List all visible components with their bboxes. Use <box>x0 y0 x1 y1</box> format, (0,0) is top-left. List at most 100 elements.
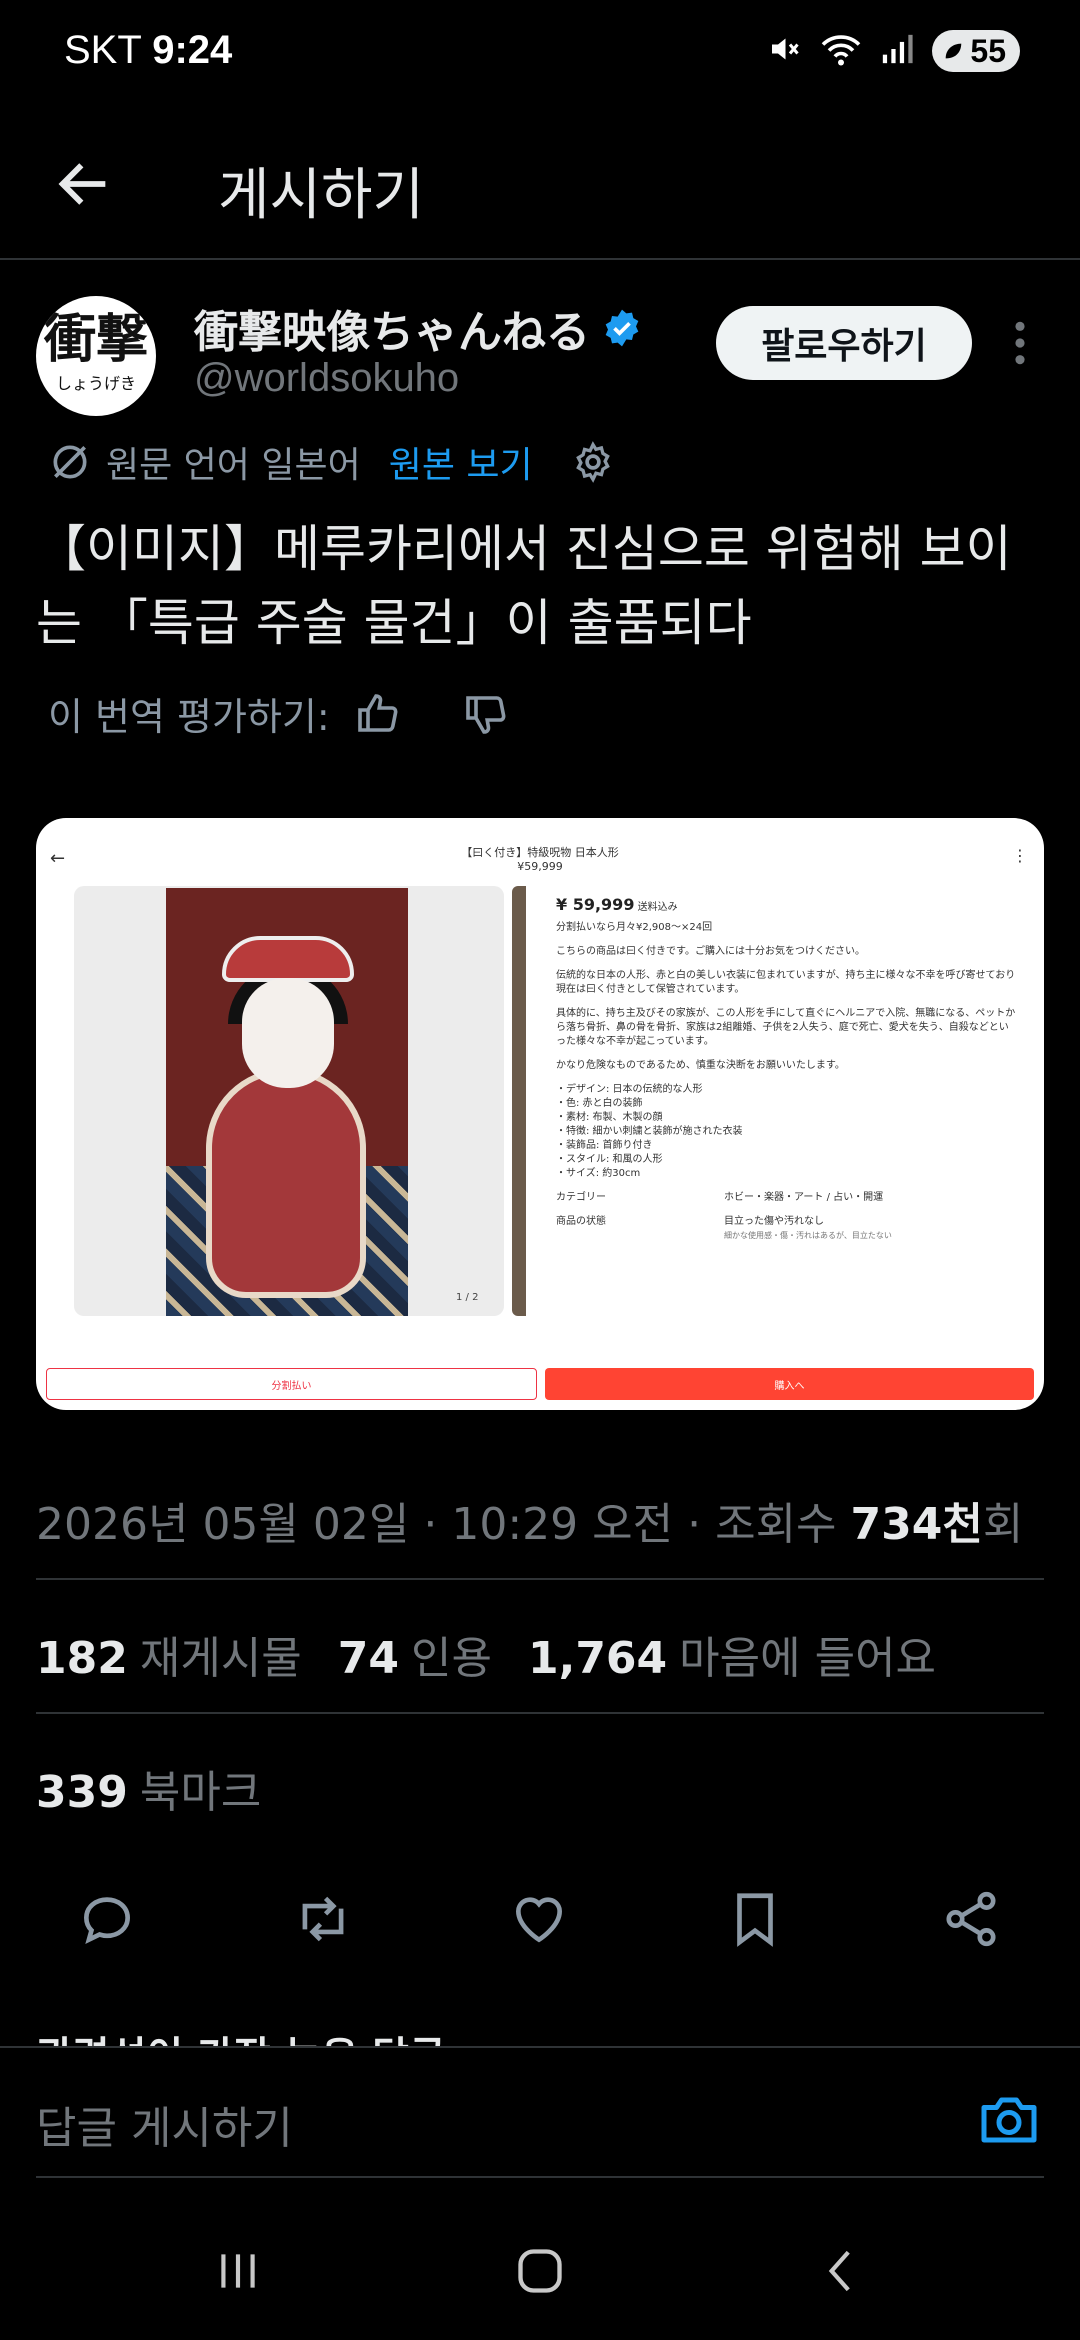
post-date: 2026년 05월 02일 <box>36 1499 410 1550</box>
quotes-stat[interactable]: 74 인용 <box>338 1622 492 1686</box>
page-title: 게시하기 <box>218 163 425 228</box>
thumbs-up-icon[interactable] <box>354 690 402 738</box>
home-button[interactable] <box>500 2236 580 2306</box>
carrier: SKT <box>64 28 142 72</box>
media-paragraph: こちらの商品は曰く付きです。ご購入には十分お気をつけください。 <box>556 946 865 957</box>
media-paragraph: かなり危険なものであるため、慎重な決断をお願いいたします。 <box>556 1060 845 1071</box>
media-price: ¥ 59,999 <box>556 895 635 914</box>
reposts-count: 182 <box>36 1633 128 1684</box>
rate-translation-label: 이 번역 평가하기: <box>48 695 330 739</box>
bookmarks-count: 339 <box>36 1767 128 1818</box>
media-condition-note: 細かな使用感・傷・汚れはあるが、目立たない <box>724 1231 892 1240</box>
doll-face <box>242 978 334 1088</box>
gear-icon[interactable] <box>571 440 615 484</box>
media-more-icon: ⋮ <box>1012 846 1028 865</box>
author-name[interactable]: 衝撃映像ちゃんねる <box>194 296 642 360</box>
media-paragraph: 具体的に、持ち主及びその家族が、この人形を手にして直ぐにヘルニアで入院、無職にな… <box>556 1008 1016 1047</box>
post-time: 10:29 오전 <box>451 1499 674 1550</box>
reply-input[interactable]: 답글 게시하기 <box>36 2092 293 2156</box>
status-right: 55 <box>766 30 1020 72</box>
wifi-icon <box>820 31 862 71</box>
display-name: 衝撃映像ちゃんねる <box>194 307 590 358</box>
media-buy-button: 購入へ <box>545 1368 1034 1400</box>
media-condition-row: 商品の状態 目立った傷や汚れなし 細かな使用感・傷・汚れはあるが、目立たない <box>556 1215 1016 1243</box>
quotes-count: 74 <box>337 1633 400 1684</box>
follow-button[interactable]: 팔로우하기 <box>716 306 972 380</box>
divider <box>36 1578 1044 1580</box>
back-arrow-icon <box>58 163 106 205</box>
home-icon <box>518 2249 562 2293</box>
media-button-row: 分割払い 購入へ <box>46 1368 1034 1400</box>
doll-body <box>206 1068 366 1298</box>
bookmark-icon <box>737 1893 773 1947</box>
system-navigation-bar <box>0 2196 1080 2340</box>
likes-stat[interactable]: 1,764 마음에 들어요 <box>528 1622 936 1686</box>
camera-icon <box>981 2097 1037 2143</box>
back-button[interactable] <box>52 152 116 216</box>
tweet-text: 【이미지】메루카리에서 진심으로 위험해 보이는 「특급 주술 물건」이 출품되… <box>36 520 1012 652</box>
view-original-link[interactable]: 원본 보기 <box>389 436 533 488</box>
recent-apps-icon <box>221 2254 255 2288</box>
repost-icon <box>302 1896 344 1942</box>
reposts-stat[interactable]: 182 재게시물 <box>36 1622 302 1686</box>
status-bar: SKT 9:24 55 <box>0 0 1080 110</box>
thumbs-down-icon[interactable] <box>462 690 510 738</box>
doll-photo <box>166 888 408 1316</box>
rate-translation-row: 이 번역 평가하기: <box>48 686 510 741</box>
media-category-row: カテゴリー ホビー・楽器・アート / 占い・開運 <box>556 1191 1016 1205</box>
media-page-indicator: 1 / 2 <box>456 1292 479 1303</box>
recent-apps-button[interactable] <box>198 2236 278 2306</box>
author-handle[interactable]: @worldsokuho <box>194 356 459 401</box>
media-paragraph: 伝統的な日本の人形、赤と白の美しい衣装に包まれていますが、持ち主に様々な不幸を呼… <box>556 970 1016 995</box>
media-category-value: ホビー・楽器・アート / 占い・開運 <box>724 1192 884 1203</box>
divider <box>36 2176 1044 2178</box>
share-button[interactable] <box>936 1884 1006 1954</box>
media-condition-key: 商品の状態 <box>556 1216 606 1227</box>
tweet-media-image[interactable]: ← 【曰く付き】特級呪物 日本人形 ¥59,999 ⋮ 1 / 2 ¥ 59,9… <box>36 818 1044 1410</box>
media-category-key: カテゴリー <box>556 1192 606 1203</box>
quotes-label: 인용 <box>411 1633 492 1684</box>
status-left: SKT 9:24 <box>64 28 232 73</box>
camera-button[interactable] <box>976 2090 1042 2150</box>
like-button[interactable] <box>504 1884 574 1954</box>
heart-icon <box>516 1897 562 1943</box>
more-options-button[interactable] <box>1004 318 1036 368</box>
signal-icon <box>880 32 914 70</box>
doll-headdress <box>222 936 354 982</box>
views-label: 조회수 <box>715 1499 837 1550</box>
views-suffix: 회 <box>982 1499 1024 1550</box>
avatar-kanji: 衝撃 <box>43 309 148 370</box>
views-count: 734천 <box>850 1499 983 1550</box>
likes-count: 1,764 <box>527 1633 668 1684</box>
likes-label: 마음에 들어요 <box>679 1633 937 1684</box>
avatar[interactable]: 衝撃 しょうげき <box>36 296 156 416</box>
media-condition-value: 目立った傷や汚れなし <box>724 1216 824 1227</box>
repost-button[interactable] <box>288 1884 358 1954</box>
bookmark-button[interactable] <box>720 1884 790 1954</box>
bookmarks-stat[interactable]: 339 북마크 <box>36 1756 261 1820</box>
translation-source-label: 원문 언어 일본어 <box>106 445 361 486</box>
reply-composer: 답글 게시하기 <box>0 2046 1080 2194</box>
media-spec-list: ・デザイン: 日本の伝統的な人形 ・色: 赤と白の装飾 ・素材: 布製、木製の顔… <box>556 1084 743 1179</box>
clock: 9:24 <box>152 28 233 72</box>
battery-indicator: 55 <box>932 30 1020 72</box>
reply-icon <box>84 1897 130 1945</box>
post-meta: 2026년 05월 02일 · 10:29 오전 · 조회수 734천회 <box>36 1499 1024 1550</box>
media-installment: 分割払いなら月々¥2,908〜×24回 <box>556 922 713 933</box>
avatar-kana: しょうげき <box>55 374 136 393</box>
media-listing-title: 【曰く付き】特級呪物 日本人形 <box>461 846 619 859</box>
share-icon <box>946 1891 996 1947</box>
battery-level: 55 <box>970 32 1006 69</box>
media-price-note: 送料込み <box>637 902 678 913</box>
replies-section-header: 관련성이 가장 높은 답글 <box>36 2024 476 2046</box>
system-back-button[interactable] <box>802 2236 882 2306</box>
media-installment-button: 分割払い <box>46 1368 537 1400</box>
leaf-icon <box>946 43 962 59</box>
more-vertical-icon <box>1015 321 1025 365</box>
translate-off-icon <box>53 445 87 479</box>
replies-section-title: 관련성이 가장 높은 답글 <box>36 2024 476 2046</box>
media-listing-info: ¥ 59,999 送料込み 分割払いなら月々¥2,908〜×24回 こちらの商品… <box>556 895 1016 1243</box>
reply-button[interactable] <box>72 1884 142 1954</box>
media-listing-header: 【曰く付き】特級呪物 日本人形 ¥59,999 <box>36 846 1044 874</box>
engagement-stats: 182 재게시물 74 인용 1,764 마음에 들어요 <box>36 1622 936 1686</box>
